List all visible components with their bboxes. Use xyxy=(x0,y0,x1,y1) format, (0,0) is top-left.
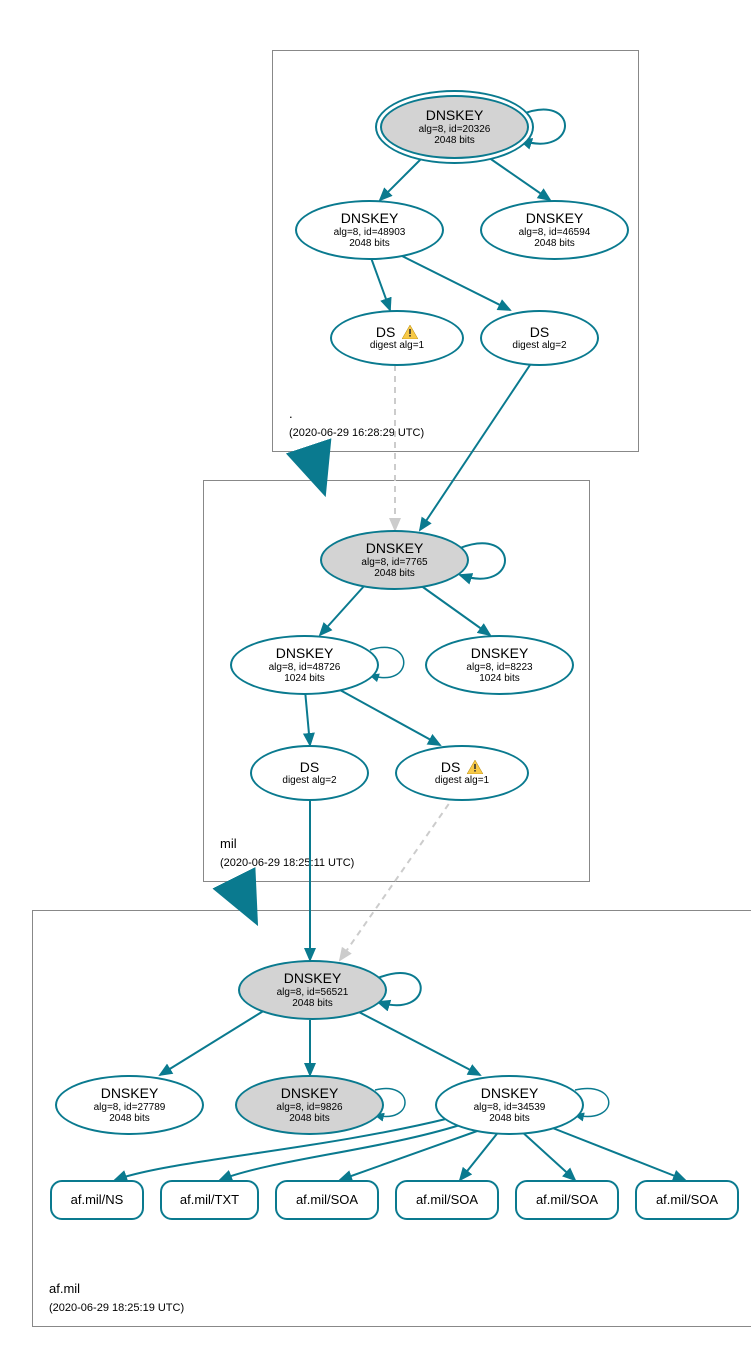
node-af-zsk2: DNSKEY alg=8, id=9826 2048 bits xyxy=(235,1075,384,1135)
rrset-txt: af.mil/TXT xyxy=(160,1180,259,1220)
zone-root-timestamp: (2020-06-29 16:28:29 UTC) xyxy=(289,427,424,439)
rrset-label: af.mil/TXT xyxy=(180,1193,239,1208)
node-title: DNSKEY xyxy=(426,107,484,123)
node-title: DNSKEY xyxy=(366,540,424,556)
node-title: DS xyxy=(441,759,483,775)
rrset-ns: af.mil/NS xyxy=(50,1180,144,1220)
node-bits: 2048 bits xyxy=(489,1113,530,1125)
node-bits: 2048 bits xyxy=(374,568,415,580)
node-digest: digest alg=2 xyxy=(282,775,336,787)
node-title: DNSKEY xyxy=(281,1085,339,1101)
node-digest: digest alg=1 xyxy=(435,775,489,787)
node-title: DS xyxy=(300,759,319,775)
node-title: DS xyxy=(530,324,549,340)
node-bits: 2048 bits xyxy=(534,238,575,250)
rrset-label: af.mil/SOA xyxy=(416,1193,478,1208)
node-root-zsk1: DNSKEY alg=8, id=48903 2048 bits xyxy=(295,200,444,260)
node-title: DNSKEY xyxy=(481,1085,539,1101)
node-root-ds1: DS digest alg=1 xyxy=(330,310,464,366)
zone-afmil-label: af.mil xyxy=(49,1281,80,1296)
zone-mil-label: mil xyxy=(220,836,237,851)
rrset-soa-4: af.mil/SOA xyxy=(635,1180,739,1220)
zone-afmil-timestamp: (2020-06-29 18:25:19 UTC) xyxy=(49,1302,184,1314)
node-alg: alg=8, id=46594 xyxy=(519,227,591,239)
node-mil-ds1: DS digest alg=1 xyxy=(395,745,529,801)
node-title: DNSKEY xyxy=(526,210,584,226)
node-title: DS xyxy=(376,324,418,340)
rrset-soa-3: af.mil/SOA xyxy=(515,1180,619,1220)
node-alg: alg=8, id=27789 xyxy=(94,1102,166,1114)
rrset-soa-2: af.mil/SOA xyxy=(395,1180,499,1220)
node-alg: alg=8, id=48726 xyxy=(269,662,341,674)
node-alg: alg=8, id=7765 xyxy=(361,557,427,569)
node-mil-zsk2: DNSKEY alg=8, id=8223 1024 bits xyxy=(425,635,574,695)
dnssec-graph: . (2020-06-29 16:28:29 UTC) mil (2020-06… xyxy=(20,20,751,1340)
node-title: DNSKEY xyxy=(101,1085,159,1101)
node-mil-ds2: DS digest alg=2 xyxy=(250,745,369,801)
node-af-zsk3: DNSKEY alg=8, id=34539 2048 bits xyxy=(435,1075,584,1135)
node-bits: 1024 bits xyxy=(284,673,325,685)
warning-icon xyxy=(402,325,418,339)
zone-mil-timestamp: (2020-06-29 18:25:11 UTC) xyxy=(220,857,354,869)
rrset-label: af.mil/SOA xyxy=(296,1193,358,1208)
node-root-zsk2: DNSKEY alg=8, id=46594 2048 bits xyxy=(480,200,629,260)
node-title: DNSKEY xyxy=(284,970,342,986)
node-mil-zsk1: DNSKEY alg=8, id=48726 1024 bits xyxy=(230,635,379,695)
node-alg: alg=8, id=48903 xyxy=(334,227,406,239)
node-alg: alg=8, id=56521 xyxy=(277,987,349,999)
node-bits: 2048 bits xyxy=(292,998,333,1010)
node-bits: 2048 bits xyxy=(109,1113,150,1125)
node-bits: 2048 bits xyxy=(349,238,390,250)
rrset-soa-1: af.mil/SOA xyxy=(275,1180,379,1220)
rrset-label: af.mil/SOA xyxy=(656,1193,718,1208)
node-alg: alg=8, id=8223 xyxy=(466,662,532,674)
node-bits: 2048 bits xyxy=(434,135,475,147)
rrset-label: af.mil/SOA xyxy=(536,1193,598,1208)
zone-root-label: . xyxy=(289,406,293,421)
node-bits: 1024 bits xyxy=(479,673,520,685)
node-bits: 2048 bits xyxy=(289,1113,330,1125)
node-root-ds2: DS digest alg=2 xyxy=(480,310,599,366)
node-title: DNSKEY xyxy=(276,645,334,661)
node-af-ksk: DNSKEY alg=8, id=56521 2048 bits xyxy=(238,960,387,1020)
node-title: DNSKEY xyxy=(341,210,399,226)
node-alg: alg=8, id=34539 xyxy=(474,1102,546,1114)
node-alg: alg=8, id=20326 xyxy=(419,124,491,136)
node-title: DNSKEY xyxy=(471,645,529,661)
node-alg: alg=8, id=9826 xyxy=(276,1102,342,1114)
node-digest: digest alg=2 xyxy=(512,340,566,352)
rrset-label: af.mil/NS xyxy=(71,1193,124,1208)
warning-icon xyxy=(467,760,483,774)
node-mil-ksk: DNSKEY alg=8, id=7765 2048 bits xyxy=(320,530,469,590)
node-digest: digest alg=1 xyxy=(370,340,424,352)
node-root-ksk: DNSKEY alg=8, id=20326 2048 bits xyxy=(380,95,529,159)
node-af-zsk1: DNSKEY alg=8, id=27789 2048 bits xyxy=(55,1075,204,1135)
